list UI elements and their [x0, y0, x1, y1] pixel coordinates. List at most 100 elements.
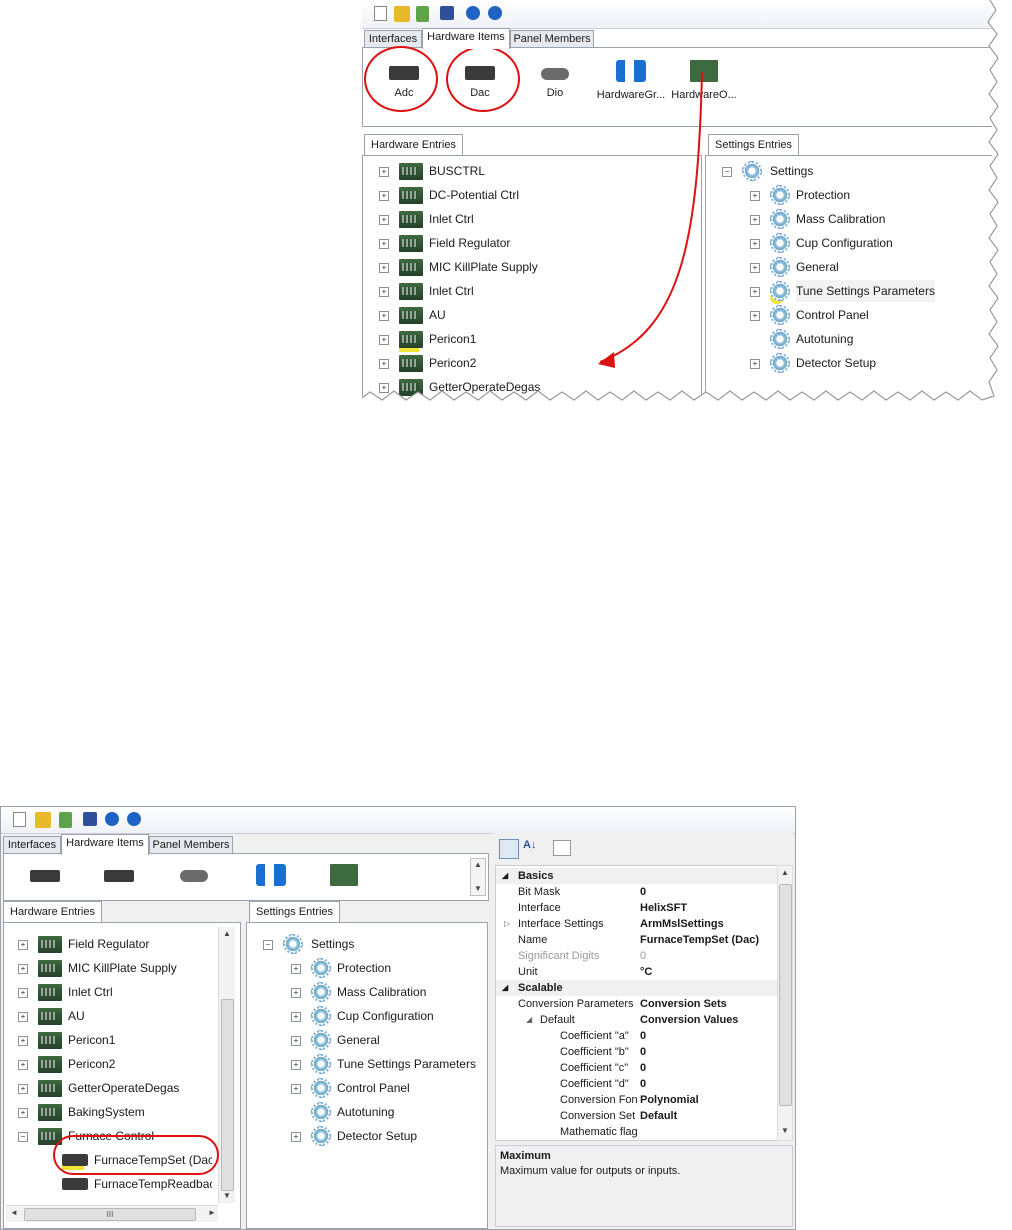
hardware-items-ribbon: ▲ ▼ [3, 853, 489, 901]
property-pages-icon[interactable] [553, 840, 571, 856]
expand-arrow-icon[interactable]: ◢ [526, 1012, 532, 1028]
property-row[interactable]: Mathematic flag [496, 1124, 778, 1140]
new-file-icon[interactable] [13, 812, 26, 827]
expand-toggle-icon[interactable]: + [18, 1012, 28, 1022]
hardware-entry[interactable]: Pericon1 [68, 1029, 115, 1051]
open-folder-icon[interactable] [35, 812, 51, 828]
property-value[interactable]: 2000 [640, 1140, 664, 1141]
property-value[interactable]: Conversion Values [640, 1012, 738, 1028]
expand-toggle-icon[interactable]: + [291, 1012, 301, 1022]
property-value[interactable]: ArmMslSettings [640, 916, 724, 932]
expand-toggle-icon[interactable]: + [18, 1036, 28, 1046]
property-row[interactable]: Conversion Parameters Conversion Sets [496, 996, 778, 1012]
property-value[interactable]: HelixSFT [640, 900, 687, 916]
property-value[interactable]: 0 [640, 1076, 646, 1092]
settings-entry[interactable]: Cup Configuration [337, 1005, 434, 1027]
expand-toggle-icon[interactable]: + [18, 964, 28, 974]
hw-hscroll-thumb[interactable]: III [24, 1208, 196, 1221]
alphabetical-sort-icon[interactable]: A↓ [523, 839, 536, 851]
tab-panel-members[interactable]: Panel Members [149, 836, 233, 854]
property-section-header[interactable]: ◢ Scalable [496, 980, 778, 996]
property-row[interactable]: Coefficient "c" 0 [496, 1060, 778, 1076]
hardware-entry[interactable]: Inlet Ctrl [68, 981, 113, 1003]
property-value[interactable]: 0 [640, 1028, 646, 1044]
expand-toggle-icon[interactable]: + [291, 1036, 301, 1046]
expand-toggle-icon[interactable]: + [291, 1084, 301, 1094]
hw-vscroll-thumb[interactable] [221, 999, 234, 1191]
property-row[interactable]: ◢ Default Conversion Values [496, 1012, 778, 1028]
back-icon[interactable] [105, 812, 119, 826]
expand-toggle-icon[interactable]: + [291, 1132, 301, 1142]
property-vscrollbar[interactable]: ▲ ▼ [777, 865, 793, 1141]
expand-toggle-icon[interactable]: + [18, 1108, 28, 1118]
collapse-toggle-icon[interactable]: − [263, 940, 273, 950]
property-value[interactable]: Polynomial [640, 1092, 699, 1108]
hardware-child-entry[interactable]: FurnaceTempReadback (... [94, 1173, 212, 1195]
property-value[interactable]: Conversion Sets [640, 996, 727, 1012]
expand-toggle-icon[interactable]: + [18, 940, 28, 950]
property-value[interactable]: Default [640, 1108, 677, 1124]
board-icon[interactable] [330, 864, 358, 886]
property-row[interactable]: Maximum2000 [496, 1140, 778, 1141]
hw-vscrollbar[interactable]: ▲ ▼ [218, 927, 235, 1203]
save-icon[interactable] [83, 812, 97, 826]
settings-entry[interactable]: Control Panel [337, 1077, 410, 1099]
property-value[interactable]: 0 [640, 1044, 646, 1060]
expand-toggle-icon[interactable]: + [18, 1084, 28, 1094]
property-value[interactable]: 0 [640, 1060, 646, 1076]
hardware-entry[interactable]: Pericon2 [68, 1053, 115, 1075]
hardware-entry[interactable]: AU [68, 1005, 85, 1027]
connector-icon[interactable] [180, 870, 208, 882]
settings-entry[interactable]: Mass Calibration [337, 981, 426, 1003]
property-value[interactable]: °C [640, 964, 652, 980]
expand-toggle-icon[interactable]: + [291, 988, 301, 998]
hierarchy-icon[interactable] [256, 864, 286, 886]
property-row[interactable]: Coefficient "b" 0 [496, 1044, 778, 1060]
property-row[interactable]: ▷ Interface Settings ArmMslSettings [496, 916, 778, 932]
expand-toggle-icon[interactable]: + [291, 964, 301, 974]
tab-hardware-items[interactable]: Hardware Items [422, 28, 510, 49]
property-row[interactable]: Bit Mask 0 [496, 884, 778, 900]
hardware-entry[interactable]: BakingSystem [68, 1101, 145, 1123]
chip-icon[interactable] [30, 870, 60, 882]
property-row[interactable]: Significant Digits 0 [496, 948, 778, 964]
ribbon-scrollbar[interactable]: ▲ ▼ [470, 858, 486, 896]
expand-toggle-icon[interactable]: − [18, 1132, 28, 1142]
settings-entry[interactable]: Protection [337, 957, 391, 979]
property-value[interactable]: FurnaceTempSet (Dac) [640, 932, 759, 948]
property-vscroll-thumb[interactable] [779, 884, 792, 1106]
settings-root[interactable]: Settings [311, 933, 354, 955]
expand-toggle-icon[interactable]: + [291, 1060, 301, 1070]
property-section-header[interactable]: ◢ Basics [496, 868, 778, 884]
categorized-view-icon[interactable] [499, 839, 519, 859]
tab-interfaces[interactable]: Interfaces [3, 836, 61, 854]
property-row[interactable]: Interface HelixSFT [496, 900, 778, 916]
hardware-entry[interactable]: Field Regulator [68, 933, 149, 955]
hardware-entry[interactable]: MIC KillPlate Supply [68, 957, 177, 979]
property-value[interactable]: 0 [640, 948, 646, 964]
settings-entry[interactable]: General [337, 1029, 380, 1051]
property-value[interactable]: 0 [640, 884, 646, 900]
expand-toggle-icon[interactable]: + [18, 988, 28, 998]
collapse-arrow-icon[interactable]: ◢ [502, 980, 508, 996]
property-row[interactable]: Coefficient "d" 0 [496, 1076, 778, 1092]
property-row[interactable]: Conversion Set Default [496, 1108, 778, 1124]
property-row[interactable]: Unit °C [496, 964, 778, 980]
export-icon[interactable] [59, 812, 72, 828]
collapse-arrow-icon[interactable]: ◢ [502, 868, 508, 884]
chip-icon[interactable] [104, 870, 134, 882]
settings-entry[interactable]: Autotuning [337, 1101, 394, 1123]
settings-entry[interactable]: Detector Setup [337, 1125, 417, 1147]
property-row[interactable]: Conversion Fon Polynomial [496, 1092, 778, 1108]
settings-entry[interactable]: Tune Settings Parameters [337, 1053, 476, 1075]
bottom-settings-entries-tab[interactable]: Settings Entries [249, 901, 341, 922]
property-row[interactable]: Name FurnaceTempSet (Dac) [496, 932, 778, 948]
expand-toggle-icon[interactable]: + [18, 1060, 28, 1070]
property-row[interactable]: Coefficient "a" 0 [496, 1028, 778, 1044]
tab-hardware-items[interactable]: Hardware Items [61, 834, 149, 855]
hw-hscrollbar[interactable]: ◄ III ► [6, 1205, 218, 1222]
expand-arrow-icon[interactable]: ▷ [504, 916, 510, 932]
hardware-entry[interactable]: GetterOperateDegas [68, 1077, 179, 1099]
bottom-hardware-entries-tab[interactable]: Hardware Entries [3, 901, 102, 922]
forward-icon[interactable] [127, 812, 141, 826]
